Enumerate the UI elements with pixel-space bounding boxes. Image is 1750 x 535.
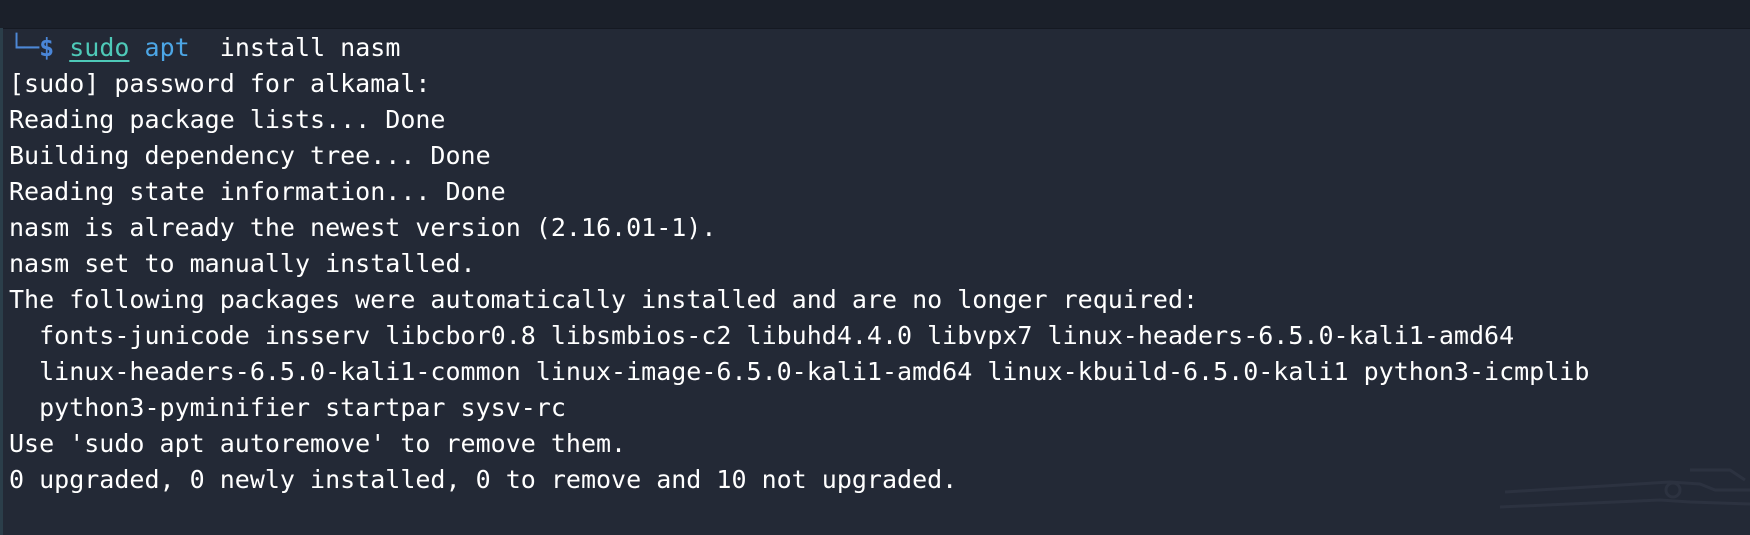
output-line: Building dependency tree... Done — [9, 141, 491, 170]
command-sudo[interactable]: sudo — [69, 33, 129, 62]
prompt-symbol: $ — [39, 33, 55, 62]
output-line: [sudo] password for alkamal: — [9, 69, 431, 98]
output-line: linux-headers-6.5.0-kali1-common linux-i… — [9, 357, 1590, 386]
output-line: The following packages were automaticall… — [9, 285, 1199, 314]
prompt-line: └─$ sudo apt install nasm — [9, 30, 1744, 66]
command-apt: apt — [144, 33, 190, 62]
command-args: install nasm — [189, 33, 401, 62]
output-line: Reading package lists... Done — [9, 105, 446, 134]
output-line: fonts-junicode insserv libcbor0.8 libsmb… — [9, 321, 1515, 350]
output-line: Use 'sudo apt autoremove' to remove them… — [9, 429, 627, 458]
terminal-output[interactable]: └─$ sudo apt install nasm [sudo] passwor… — [9, 30, 1744, 498]
output-line: nasm set to manually installed. — [9, 249, 476, 278]
output-line: 0 upgraded, 0 newly installed, 0 to remo… — [9, 465, 958, 494]
window-left-edge — [0, 28, 3, 535]
prompt-corner: └─ — [9, 33, 40, 62]
output-line: nasm is already the newest version (2.16… — [9, 213, 717, 242]
window-top-bar — [0, 0, 1750, 29]
output-line: Reading state information... Done — [9, 177, 506, 206]
output-line: python3-pyminifier startpar sysv-rc — [9, 393, 566, 422]
